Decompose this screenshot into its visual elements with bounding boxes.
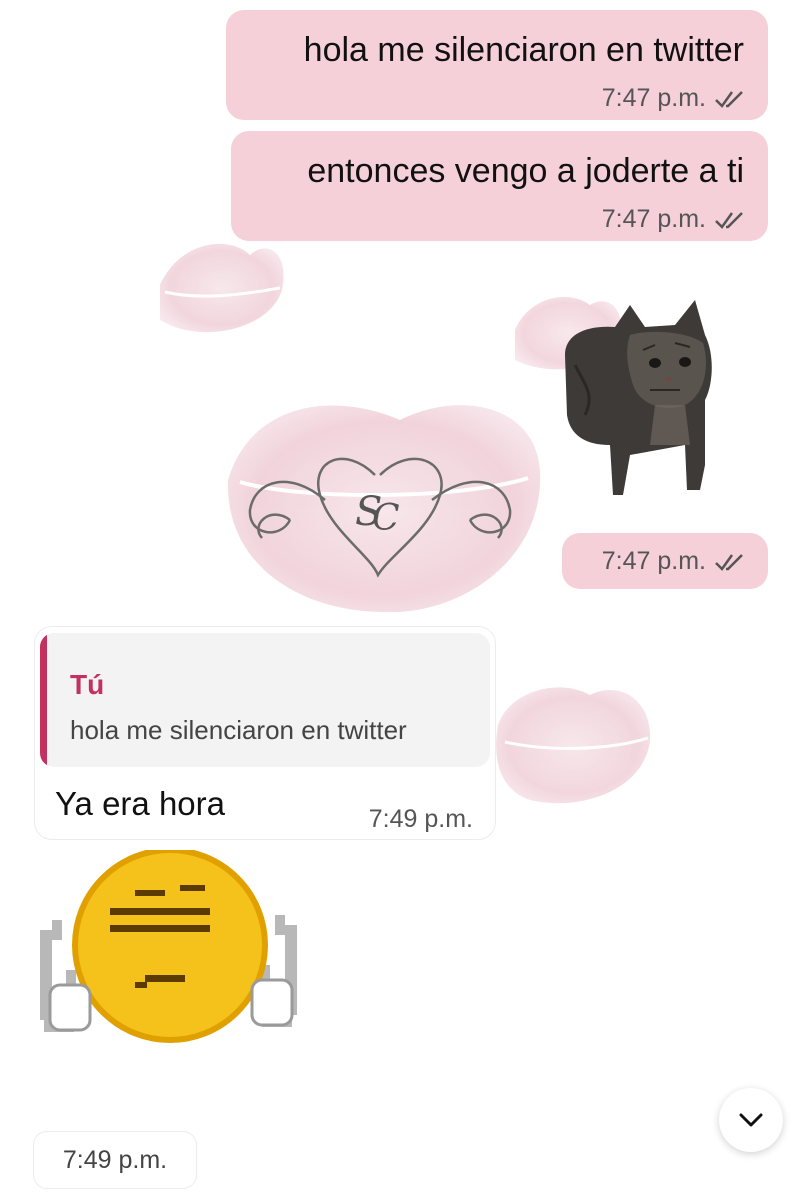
incoming-message-bubble[interactable]: Tú hola me silenciaron en twitter Ya era…	[34, 626, 496, 840]
sticker-time-bubble: 7:49 p.m.	[33, 1131, 197, 1189]
chevron-down-icon	[739, 1113, 763, 1127]
message-time: 7:47 p.m.	[601, 547, 706, 575]
quote-author: Tú	[70, 669, 105, 700]
message-time: 7:47 p.m.	[601, 84, 706, 112]
outgoing-message-bubble[interactable]: hola me silenciaron en twitter 7:47 p.m.	[226, 10, 768, 120]
pixel-emoji-sticker[interactable]	[30, 850, 305, 1055]
sticker-time-bubble: 7:47 p.m.	[562, 533, 768, 589]
message-meta: 7:47 p.m.	[602, 547, 746, 576]
quote-accent-bar	[40, 633, 47, 767]
lips-decoration	[496, 687, 651, 804]
message-text: Ya era hora	[55, 785, 225, 822]
message-text: entonces vengo a joderte a ti	[307, 152, 744, 190]
message-meta: 7:47 p.m.	[602, 84, 746, 113]
scroll-to-bottom-button[interactable]	[719, 1088, 783, 1152]
outgoing-message-bubble[interactable]: entonces vengo a joderte a ti 7:47 p.m.	[231, 131, 768, 241]
double-check-icon	[715, 90, 743, 108]
double-check-icon	[715, 211, 743, 229]
cat-sticker[interactable]	[555, 295, 715, 500]
message-meta: 7:49 p.m.	[369, 805, 473, 834]
message-time: 7:47 p.m.	[601, 205, 706, 233]
message-meta: 7:47 p.m.	[602, 205, 746, 234]
quoted-message[interactable]: Tú hola me silenciaron en twitter	[40, 633, 490, 767]
lips-decoration	[160, 243, 284, 333]
quote-text: hola me silenciaron en twitter	[70, 715, 407, 745]
message-time: 7:49 p.m.	[368, 805, 473, 833]
double-check-icon	[715, 553, 743, 571]
svg-text:C: C	[372, 498, 400, 539]
message-text: hola me silenciaron en twitter	[303, 31, 744, 69]
